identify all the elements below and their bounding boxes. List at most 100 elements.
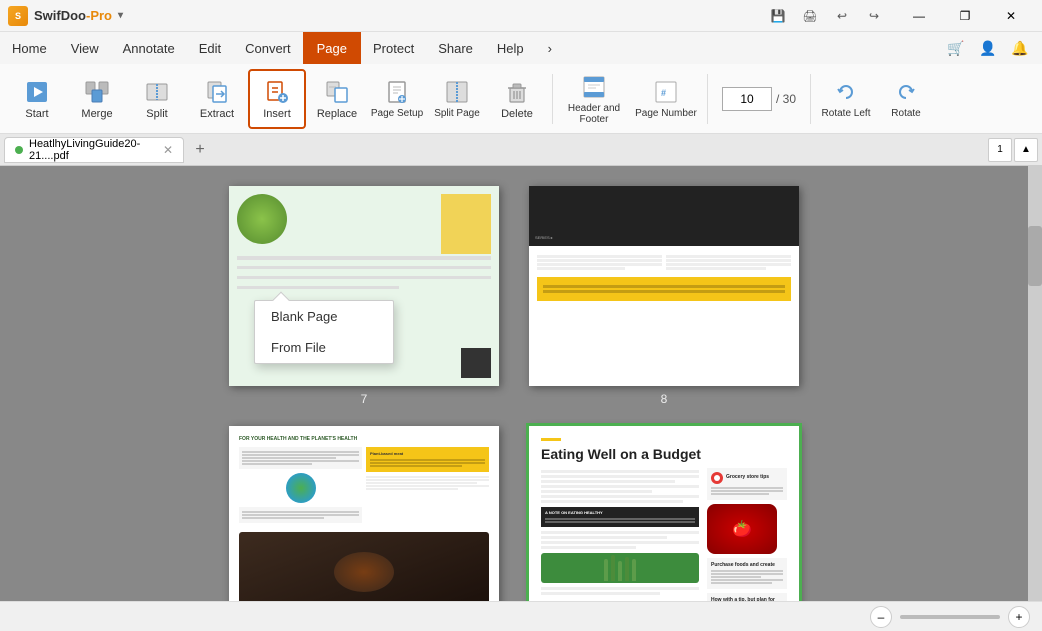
menu-protect[interactable]: Protect: [361, 32, 426, 64]
zoom-slider[interactable]: [900, 615, 1000, 619]
toolbar-rotate-right-button[interactable]: Rotate: [877, 69, 935, 129]
page-9-wrapper: FOR YOUR HEALTH AND THE PLANET'S HEALTH: [229, 426, 499, 601]
insert-blank-page-item[interactable]: Blank Page: [255, 301, 393, 332]
tab-filename: HeatlhyLivingGuide20-21....pdf: [29, 138, 153, 162]
toolbar-separator-3: [810, 74, 811, 124]
toolbar-merge-label: Merge: [81, 108, 112, 120]
toolbar-page-number-button[interactable]: # Page Number: [631, 69, 701, 129]
menu-annotate[interactable]: Annotate: [111, 32, 187, 64]
header-footer-icon: [580, 73, 608, 101]
vertical-scrollbar[interactable]: [1028, 166, 1042, 601]
undo-icon[interactable]: ↩: [828, 2, 856, 30]
print-icon[interactable]: 🖨: [796, 2, 824, 30]
toolbar-start-button[interactable]: Start: [8, 69, 66, 129]
page9-content: FOR YOUR HEALTH AND THE PLANET'S HEALTH: [229, 426, 499, 601]
toolbar-rotate-left-label: Rotate Left: [822, 108, 871, 119]
minimize-button[interactable]: —: [896, 0, 942, 32]
page10-banner: A NOTE ON EATING HEALTHY: [541, 507, 699, 527]
page10-content: Eating Well on a Budget: [529, 426, 799, 601]
pages-row-1: 7 SERIES ▸: [20, 186, 1008, 406]
extract-icon: [203, 78, 231, 106]
merge-icon: [83, 78, 111, 106]
menu-convert[interactable]: Convert: [233, 32, 303, 64]
page9-food-image: [239, 532, 489, 601]
page8-bottom: [529, 246, 799, 309]
page10-title: Eating Well on a Budget: [541, 447, 787, 462]
insert-from-file-item[interactable]: From File: [255, 332, 393, 363]
document-tab[interactable]: HeatlhyLivingGuide20-21....pdf ✕: [4, 137, 184, 163]
pdf-page-10[interactable]: Eating Well on a Budget: [529, 426, 799, 601]
bell-icon[interactable]: 🔔: [1006, 34, 1034, 62]
redo-icon[interactable]: ↪: [860, 2, 888, 30]
menu-page[interactable]: Page: [303, 32, 361, 64]
user-icon[interactable]: 👤: [974, 34, 1002, 62]
page9-title: FOR YOUR HEALTH AND THE PLANET'S HEALTH: [239, 436, 489, 443]
toolbar: Start Merge Split Extract Insert Replace: [0, 64, 1042, 134]
replace-icon: [323, 78, 351, 106]
cart-icon[interactable]: 🛒: [942, 34, 970, 62]
start-icon: [23, 78, 51, 106]
menu-more[interactable]: ›: [536, 32, 564, 64]
toolbar-insert-label: Insert: [263, 108, 291, 120]
split-page-icon: [443, 78, 471, 106]
pages-row-2: FOR YOUR HEALTH AND THE PLANET'S HEALTH: [20, 426, 1008, 601]
svg-text:#: #: [661, 88, 666, 98]
toolbar-delete-button[interactable]: Delete: [488, 69, 546, 129]
menu-bar: Home View Annotate Edit Convert Page Pro…: [0, 32, 1042, 64]
page-setup-icon: [383, 78, 411, 106]
toolbar-split-button[interactable]: Split: [128, 69, 186, 129]
logo-icon: S: [8, 6, 28, 26]
menu-help[interactable]: Help: [485, 32, 536, 64]
split-icon: [143, 78, 171, 106]
toolbar-separator-2: [707, 74, 708, 124]
toolbar-header-footer-button[interactable]: Header and Footer: [559, 69, 629, 129]
close-button[interactable]: ✕: [988, 0, 1034, 32]
tab-nav-up[interactable]: ▲: [1014, 138, 1038, 162]
zoom-out-button[interactable]: –: [870, 606, 892, 628]
toolbar-replace-label: Replace: [317, 108, 357, 120]
app-name: SwifDoo-Pro: [34, 8, 112, 23]
page10-card-1: Grocery store tips: [707, 468, 787, 500]
menu-home[interactable]: Home: [0, 32, 59, 64]
pdf-page-8[interactable]: SERIES ▸: [529, 186, 799, 386]
menu-view[interactable]: View: [59, 32, 111, 64]
page-7-wrapper: 7: [229, 186, 499, 406]
toolbar-split-page-button[interactable]: Split Page: [428, 69, 486, 129]
toolbar-page-setup-label: Page Setup: [371, 108, 423, 119]
page-number-icon: #: [652, 78, 680, 106]
tab-bar: HeatlhyLivingGuide20-21....pdf ✕ + 1 ▲: [0, 134, 1042, 166]
toolbar-replace-button[interactable]: Replace: [308, 69, 366, 129]
toolbar-split-page-label: Split Page: [434, 108, 480, 119]
new-tab-button[interactable]: +: [188, 138, 212, 162]
page10-left-column: A NOTE ON EATING HEALTHY: [541, 468, 699, 601]
page10-right-column: Grocery store tips 🍅: [707, 468, 787, 601]
save-icon[interactable]: 💾: [764, 2, 792, 30]
maximize-button[interactable]: ❐: [942, 0, 988, 32]
toolbar-delete-label: Delete: [501, 108, 533, 120]
toolbar-page-number-label: Page Number: [635, 108, 697, 119]
app-dropdown-arrow[interactable]: ▾: [118, 10, 123, 21]
tab-close-icon[interactable]: ✕: [163, 143, 173, 157]
toolbar-rotate-right-label: Rotate: [891, 108, 920, 119]
toolbar-merge-button[interactable]: Merge: [68, 69, 126, 129]
delete-icon: [503, 78, 531, 106]
page10-accent-bar: [541, 438, 561, 441]
page-number-input[interactable]: [722, 87, 772, 111]
menu-share[interactable]: Share: [426, 32, 485, 64]
main-content: 7 SERIES ▸: [0, 166, 1042, 601]
page8-top: SERIES ▸: [529, 186, 799, 246]
menu-edit[interactable]: Edit: [187, 32, 233, 64]
toolbar-insert-button[interactable]: Insert: [248, 69, 306, 129]
zoom-in-button[interactable]: +: [1008, 606, 1030, 628]
toolbar-rotate-left-button[interactable]: Rotate Left: [817, 69, 875, 129]
tab-status-dot: [15, 146, 23, 154]
rotate-left-icon: [832, 78, 860, 106]
toolbar-icons: 💾 🖨 ↩ ↪: [764, 2, 888, 30]
pdf-page-9[interactable]: FOR YOUR HEALTH AND THE PLANET'S HEALTH: [229, 426, 499, 601]
toolbar-page-setup-button[interactable]: Page Setup: [368, 69, 426, 129]
status-bar: – +: [0, 601, 1042, 631]
page10-columns: A NOTE ON EATING HEALTHY: [541, 468, 787, 601]
toolbar-extract-button[interactable]: Extract: [188, 69, 246, 129]
insert-icon: [263, 78, 291, 106]
tab-nav-current: 1: [988, 138, 1012, 162]
